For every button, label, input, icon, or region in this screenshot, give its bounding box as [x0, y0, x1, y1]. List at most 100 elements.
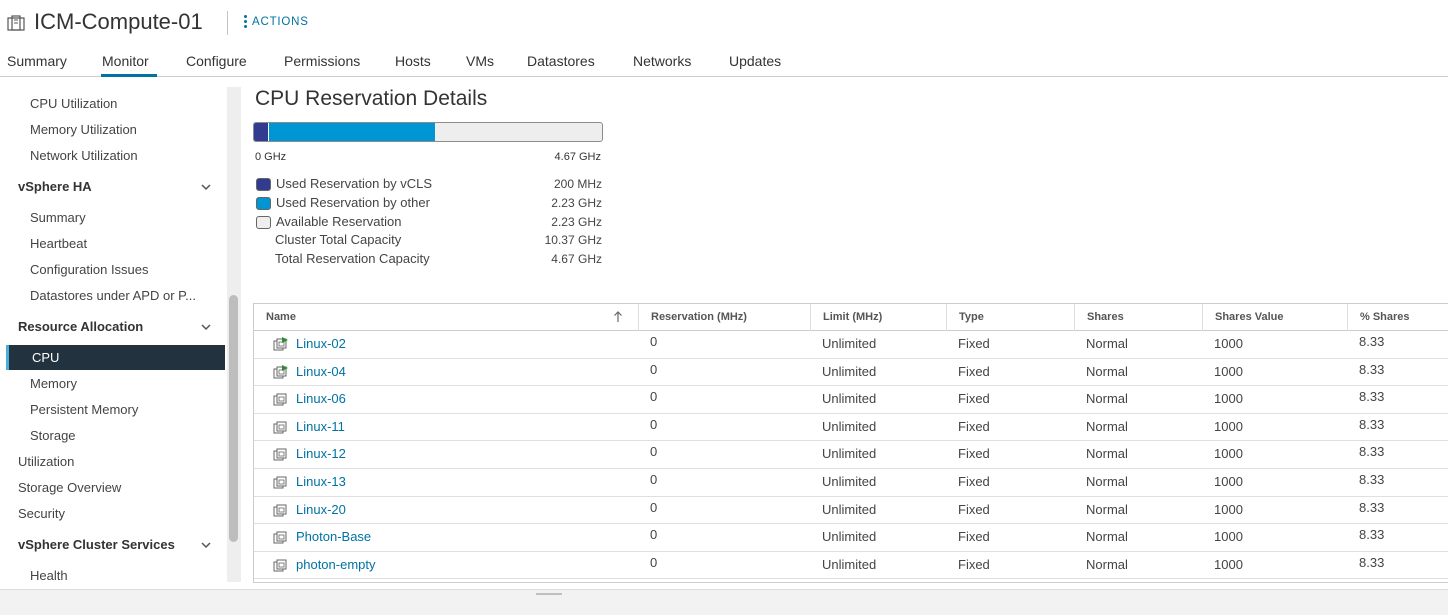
reservation-cell: 0	[650, 472, 658, 487]
table-row[interactable]: Linux-20 0 Unlimited Fixed Normal 1000 8.33	[254, 497, 1448, 525]
tab-networks[interactable]: Networks	[633, 53, 691, 69]
sidebar-item-cpu[interactable]: CPU	[6, 345, 225, 370]
column-header-shares-value[interactable]: Shares Value	[1202, 304, 1347, 331]
sidebar-item-memory[interactable]: Memory	[30, 376, 77, 391]
bar-max-label: 4.67 GHz	[554, 151, 601, 163]
shares-value-cell: 1000	[1214, 501, 1243, 517]
chevron-down-icon[interactable]	[200, 181, 212, 193]
header-divider	[227, 11, 228, 35]
sidebar-item-health[interactable]: Health	[30, 568, 68, 582]
sidebar-item-configuration-issues[interactable]: Configuration Issues	[30, 262, 149, 277]
table-row[interactable]: Linux-11 0 Unlimited Fixed Normal 1000 8.33	[254, 414, 1448, 442]
column-header-shares[interactable]: Shares	[1074, 304, 1202, 331]
sidebar-item-utilization[interactable]: Utilization	[18, 454, 74, 469]
reservation-bar	[253, 122, 603, 142]
vm-name-link[interactable]: Linux-02	[296, 331, 346, 357]
vm-name-link[interactable]: photon-empty	[296, 552, 376, 578]
sidebar-item-cpu-utilization[interactable]: CPU Utilization	[30, 96, 117, 111]
sidebar-item-datastores-apd[interactable]: Datastores under APD or P...	[30, 288, 196, 303]
vcls-segment	[254, 123, 269, 141]
column-header-name[interactable]: Name	[254, 304, 638, 331]
tab-summary[interactable]: Summary	[7, 53, 67, 69]
actions-button[interactable]: ACTIONS	[244, 15, 309, 28]
reservation-cell: 0	[650, 416, 658, 432]
table-row[interactable]: Photon-Base 0 Unlimited Fixed Normal 1000 8.33	[254, 524, 1448, 552]
type-cell: Fixed	[958, 474, 990, 489]
sidebar-item-ha-summary[interactable]: Summary	[30, 210, 86, 225]
table-row[interactable]: Linux-12 0 Unlimited Fixed Normal 1000 8.33	[254, 441, 1448, 469]
shares-cell: Normal	[1086, 391, 1128, 407]
vm-name-link[interactable]: Linux-11	[296, 414, 345, 440]
vm-name-link[interactable]: Linux-06	[296, 386, 346, 412]
other-swatch	[256, 197, 271, 210]
table-row[interactable]: photon-empty 0 Unlimited Fixed Normal 1000 8.3…	[254, 552, 1448, 580]
bar-min-label: 0 GHz	[255, 151, 287, 163]
shares-value-cell: 1000	[1214, 529, 1243, 545]
sidebar-item-storage-overview[interactable]: Storage Overview	[18, 480, 121, 495]
vm-icon	[273, 476, 287, 489]
sidebar-item-memory-utilization[interactable]: Memory Utilization	[30, 122, 137, 137]
legend-other: Used Reservation by other 2.23 GHz	[256, 195, 602, 213]
column-header-limit[interactable]: Limit (MHz)	[810, 304, 946, 331]
vm-name-link[interactable]: Photon-Base	[296, 524, 371, 550]
sidebar-item-heartbeat[interactable]: Heartbeat	[30, 236, 87, 251]
pct-shares-cell: 8.33	[1359, 472, 1385, 487]
sidebar-group-resource-allocation[interactable]: Resource Allocation	[18, 319, 143, 334]
sort-ascending-icon[interactable]	[613, 311, 623, 323]
sidebar-item-persistent-memory[interactable]: Persistent Memory	[30, 402, 138, 417]
vm-icon	[273, 559, 287, 572]
tab-configure[interactable]: Configure	[186, 53, 247, 69]
sidebar-item-security[interactable]: Security	[18, 506, 65, 521]
tab-vms[interactable]: VMs	[466, 53, 494, 69]
limit-cell: Unlimited	[822, 418, 877, 434]
vm-icon	[273, 531, 287, 544]
tab-updates[interactable]: Updates	[729, 53, 781, 69]
sidebar-group-vsphere-cluster-services[interactable]: vSphere Cluster Services	[18, 537, 175, 552]
resize-grip-icon[interactable]	[536, 593, 562, 595]
shares-value-cell: 1000	[1214, 474, 1243, 489]
table-row[interactable]: Linux-13 0 Unlimited Fixed Normal 1000 8.33	[254, 469, 1448, 497]
shares-cell: Normal	[1086, 529, 1128, 545]
tab-hosts[interactable]: Hosts	[395, 53, 431, 69]
sidebar-scroll-thumb[interactable]	[229, 295, 238, 542]
legend-value: 200 MHz	[553, 177, 602, 191]
chevron-down-icon[interactable]	[200, 539, 212, 551]
column-header-type[interactable]: Type	[946, 304, 1074, 331]
pct-shares-cell: 8.33	[1359, 416, 1385, 432]
legend-cluster-capacity: Cluster Total Capacity 10.37 GHz	[256, 232, 602, 250]
tab-permissions[interactable]: Permissions	[284, 53, 360, 69]
table-row[interactable]: Linux-06 0 Unlimited Fixed Normal 1000 8.33	[254, 386, 1448, 414]
chevron-down-icon[interactable]	[200, 321, 212, 333]
column-header-pct-shares[interactable]: % Shares	[1347, 304, 1448, 331]
tab-bar: Summary Monitor Configure Permissions Ho…	[0, 46, 1448, 77]
reservation-title: CPU Reservation Details	[255, 87, 488, 110]
kebab-menu-icon	[244, 15, 247, 28]
tab-monitor[interactable]: Monitor	[102, 53, 149, 69]
vm-name-link[interactable]: Linux-13	[296, 469, 346, 495]
reservation-cell: 0	[650, 527, 658, 543]
legend-label: Used Reservation by other	[276, 195, 430, 210]
sidebar-item-storage[interactable]: Storage	[30, 428, 76, 443]
sidebar-item-label: CPU	[32, 350, 60, 365]
legend-label: Available Reservation	[276, 214, 402, 229]
vm-name-link[interactable]: Linux-12	[296, 441, 346, 467]
legend-vcls: Used Reservation by vCLS 200 MHz	[256, 176, 602, 194]
vm-icon	[273, 448, 287, 461]
table-row[interactable]: Linux-02 0 Unlimited Fixed Normal 1000 8.33	[254, 331, 1448, 359]
legend-value: 2.23 GHz	[551, 196, 602, 210]
shares-cell: Normal	[1086, 556, 1128, 572]
sidebar-item-network-utilization[interactable]: Network Utilization	[30, 148, 138, 163]
tab-datastores[interactable]: Datastores	[527, 53, 595, 69]
available-swatch	[256, 216, 271, 229]
shares-cell: Normal	[1086, 501, 1128, 517]
reservation-cell: 0	[650, 499, 658, 515]
type-cell: Fixed	[958, 336, 990, 351]
type-cell: Fixed	[958, 529, 990, 545]
sidebar-group-vsphere-ha[interactable]: vSphere HA	[18, 179, 92, 194]
other-segment	[269, 123, 435, 141]
vm-name-link[interactable]: Linux-04	[296, 359, 346, 385]
pct-shares-cell: 8.33	[1359, 499, 1385, 515]
table-row[interactable]: Linux-04 0 Unlimited Fixed Normal 1000 8.33	[254, 359, 1448, 387]
column-header-reservation[interactable]: Reservation (MHz)	[638, 304, 810, 331]
vm-name-link[interactable]: Linux-20	[296, 497, 346, 523]
